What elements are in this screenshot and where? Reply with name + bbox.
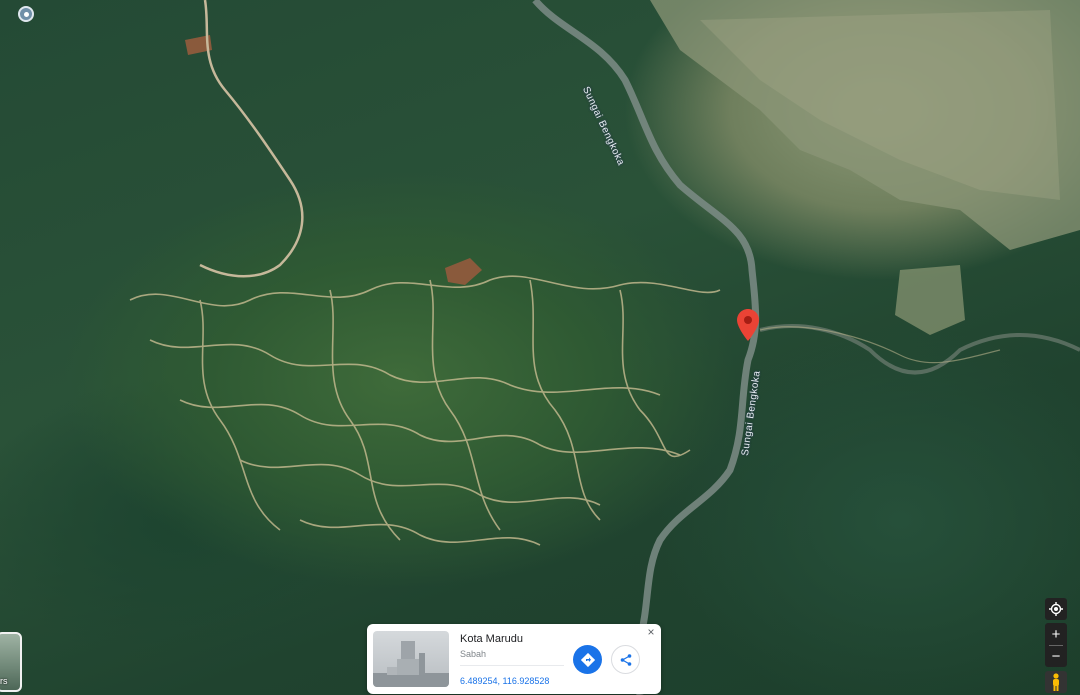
directions-button[interactable] [573,645,602,674]
layers-label: rs [0,676,8,686]
place-photo[interactable] [373,631,449,687]
zoom-out-button[interactable]: − [1045,646,1067,667]
place-title: Kota Marudu [460,633,523,645]
location-info-icon[interactable] [18,6,34,22]
zoom-in-button[interactable]: + [1045,624,1067,645]
directions-icon [580,652,595,667]
zoom-controls: + − [1045,623,1067,667]
pegman-icon [1053,673,1059,691]
place-coordinates[interactable]: 6.489254, 116.928528 [460,676,549,686]
place-subtitle: Sabah [460,649,487,659]
share-button[interactable] [611,645,640,674]
place-photo-graphic [373,641,449,687]
my-location-button[interactable] [1045,598,1067,620]
card-divider [460,665,564,666]
location-pin-icon[interactable] [737,309,759,341]
satellite-map[interactable]: Sungai Bengkoka Sungai Bengkoka [0,0,1080,695]
share-icon [620,653,631,666]
layers-button[interactable]: rs [0,632,22,692]
my-location-icon [1049,602,1063,616]
close-icon[interactable]: × [645,626,657,638]
pin-shape [737,309,759,341]
place-card: Kota Marudu Sabah 6.489254, 116.928528 × [367,624,661,694]
map-terrain [129,0,1080,695]
pegman-button[interactable] [1045,671,1067,693]
